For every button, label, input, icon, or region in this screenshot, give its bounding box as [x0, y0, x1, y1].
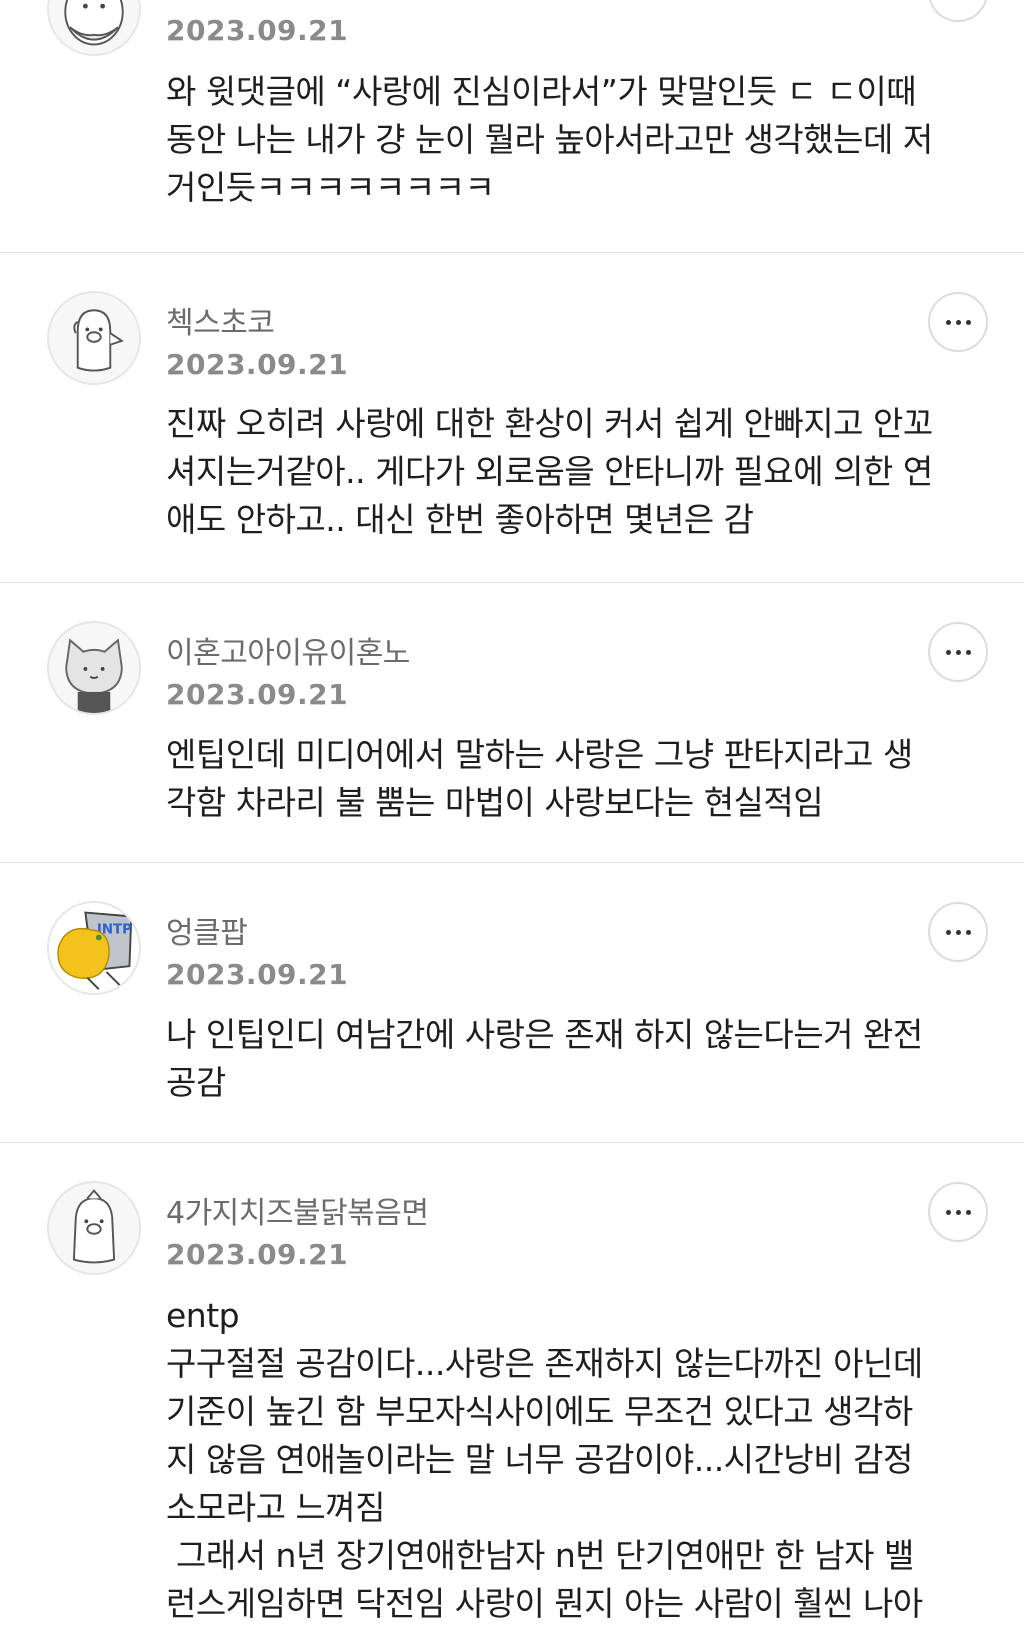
avatar[interactable] — [47, 0, 141, 56]
comment-line: 나 인팁인디 여남간에 사랑은 존재 하지 않는다는거 완전 — [166, 1015, 923, 1054]
more-options-button[interactable] — [928, 1182, 988, 1242]
comment-line: 기준이 높긴 함 부모자식사이에도 무조건 있다고 생각하 — [166, 1392, 913, 1431]
comment-nickname[interactable]: 첵스초코 — [166, 298, 275, 342]
divider — [0, 862, 1024, 863]
comment-body: 엔팁인데 미디어에서 말하는 사랑은 그냥 판타지라고 생 각함 차라리 불 뿜… — [166, 731, 986, 827]
comment-body: entp 구구절절 공감이다...사랑은 존재하지 않는다까진 아닌데 기준이 … — [166, 1292, 986, 1628]
dot-icon — [965, 649, 971, 655]
more-options-button[interactable] — [928, 0, 988, 22]
comment-body: 와 윗댓글에 “사랑에 진심이라서”가 맞말인듯 ㄷ ㄷ이때 동안 나는 내가 … — [166, 68, 986, 212]
comment-line: 공감 — [166, 1063, 226, 1102]
comment-date: 2023.09.21 — [166, 1238, 349, 1271]
dot-icon — [955, 929, 961, 935]
dot-icon — [965, 1209, 971, 1215]
intp-chair-icon: INTP — [49, 903, 139, 993]
comment-line: 런스게임하면 닥전임 사랑이 뭔지 아는 사람이 훨씬 나아 — [166, 1584, 923, 1623]
comment-nickname[interactable]: 이혼고아이유이혼노 — [166, 628, 410, 672]
dot-icon — [965, 929, 971, 935]
dot-icon — [945, 929, 951, 935]
comment-line: 셔지는거같아.. 게다가 외로움을 안타니까 필요에 의한 연 — [166, 452, 933, 491]
dot-icon — [955, 1209, 961, 1215]
divider — [0, 582, 1024, 583]
dot-icon — [965, 319, 971, 325]
more-options-button[interactable] — [928, 902, 988, 962]
comment-line: 와 윗댓글에 “사랑에 진심이라서”가 맞말인듯 ㄷ ㄷ이때 — [166, 72, 917, 111]
avatar[interactable] — [47, 1181, 141, 1275]
more-options-button[interactable] — [928, 622, 988, 682]
more-options-button[interactable] — [928, 292, 988, 352]
comment-line: entp — [166, 1296, 240, 1335]
avatar[interactable]: INTP — [47, 901, 141, 995]
comment-line: 진짜 오히려 사랑에 대한 환상이 커서 쉽게 안빠지고 안꼬 — [166, 404, 933, 443]
dot-icon — [945, 319, 951, 325]
comment-line: 각함 차라리 불 뿜는 마법이 사랑보다는 현실적임 — [166, 783, 824, 822]
comment-line: 거인듯ㅋㅋㅋㅋㅋㅋㅋㅋ — [166, 168, 495, 207]
cat-character-icon — [65, 638, 123, 713]
dot-icon — [945, 1209, 951, 1215]
pig-character-icon — [72, 1189, 116, 1264]
avatar[interactable] — [47, 621, 141, 715]
pig-character-icon — [73, 309, 124, 372]
comment-date: 2023.09.21 — [166, 958, 349, 991]
comment-date: 2023.09.21 — [166, 678, 349, 711]
divider — [0, 1142, 1024, 1143]
comment-date: 2023.09.21 — [166, 14, 349, 47]
comment-line: 소모라고 느껴짐 — [166, 1488, 386, 1527]
comment-line: 엔팁인데 미디어에서 말하는 사랑은 그냥 판타지라고 생 — [166, 735, 913, 774]
avatar[interactable] — [47, 291, 141, 385]
comment-line: 그래서 n년 장기연애한남자 n번 단기연애만 한 남자 밸 — [166, 1536, 914, 1575]
dot-icon — [955, 649, 961, 655]
dot-icon — [955, 319, 961, 325]
comment-nickname[interactable]: 4가지치즈불닭볶음면 — [166, 1188, 429, 1232]
comment-date: 2023.09.21 — [166, 348, 349, 381]
dot-icon — [945, 649, 951, 655]
comment-nickname[interactable]: 엉클팝 — [166, 908, 248, 952]
comment-line: 구구절절 공감이다...사랑은 존재하지 않는다까진 아닌데 — [166, 1344, 923, 1383]
bearded-character-icon — [64, 0, 124, 46]
divider — [0, 252, 1024, 253]
comment-line: 동안 나는 내가 걍 눈이 뭘라 높아서라고만 생각했는데 저 — [166, 120, 933, 159]
comment-body: 나 인팁인디 여남간에 사랑은 존재 하지 않는다는거 완전 공감 — [166, 1011, 986, 1107]
comment-line: 애도 안하고.. 대신 한번 좋아하면 몇년은 감 — [166, 500, 754, 539]
comment-body: 진짜 오히려 사랑에 대한 환상이 커서 쉽게 안빠지고 안꼬 셔지는거같아..… — [166, 400, 986, 544]
comment-line: 지 않음 연애놀이라는 말 너무 공감이야...시간낭비 감정 — [166, 1440, 913, 1479]
